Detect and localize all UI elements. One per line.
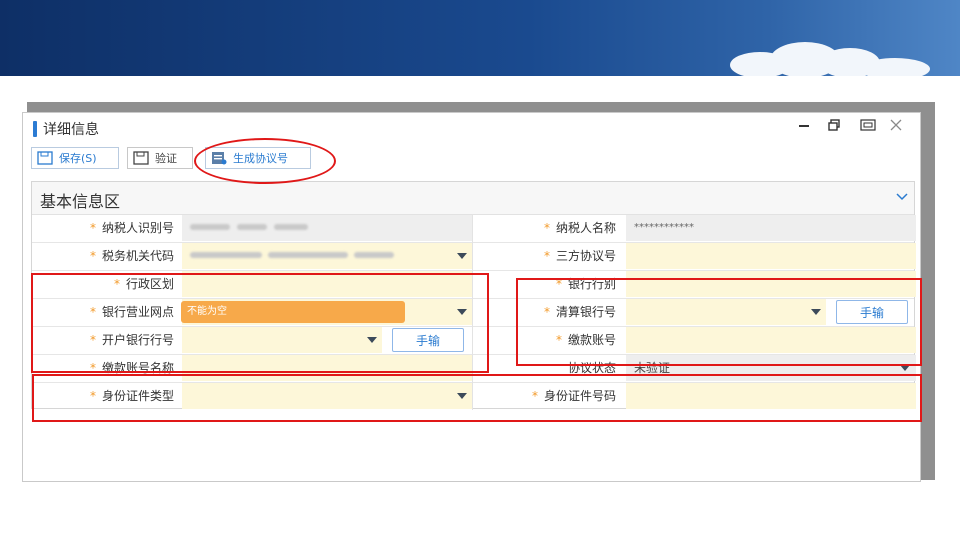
verify-button[interactable]: 验证: [127, 147, 193, 169]
field-label: * 三方协议号: [474, 242, 616, 270]
blurred-value: [237, 224, 268, 230]
close-icon[interactable]: [885, 117, 907, 139]
divider: [472, 242, 473, 270]
annotation-box: [32, 374, 922, 422]
tax-authority-code-label: 税务机关代码: [101, 249, 174, 263]
maximize-icon[interactable]: [857, 117, 879, 139]
form-row: * 税务机关代码 * 三方协议号: [32, 242, 916, 271]
annotation-box: [516, 278, 922, 366]
field-label: * 纳税人名称: [474, 214, 616, 242]
panel-header[interactable]: 基本信息区: [32, 182, 914, 215]
title-accent-bar: [33, 121, 37, 137]
save-button-label: 保存(S): [59, 152, 97, 165]
minimize-icon[interactable]: [793, 117, 815, 139]
header-banner: [0, 0, 960, 76]
blurred-value: [268, 252, 349, 258]
blurred-value: [354, 252, 395, 258]
required-star: *: [89, 249, 96, 263]
annotation-box: [31, 273, 489, 373]
save-icon: [37, 151, 53, 165]
taxpayer-name-label: 纳税人名称: [555, 221, 616, 235]
required-star: *: [543, 249, 550, 263]
required-star: *: [543, 221, 550, 235]
panel-title: 基本信息区: [40, 192, 121, 211]
chevron-down-icon[interactable]: [457, 253, 467, 259]
save-icon: [133, 151, 149, 165]
chevron-down-icon[interactable]: [896, 190, 908, 204]
required-star: *: [89, 221, 96, 235]
tripartite-no-label: 三方协议号: [555, 249, 616, 263]
blurred-value: [190, 252, 262, 258]
window-titlebar: 详细信息: [23, 113, 920, 143]
annotation-oval: [194, 138, 336, 184]
taxpayer-name-input[interactable]: ************: [626, 215, 916, 241]
save-button[interactable]: 保存(S): [31, 147, 119, 169]
verify-button-label: 验证: [155, 152, 177, 165]
taxpayer-id-input[interactable]: [182, 215, 472, 241]
field-label: * 税务机关代码: [32, 242, 174, 270]
window-title: 详细信息: [43, 122, 99, 138]
blurred-value: [274, 224, 309, 230]
restore-icon[interactable]: [823, 117, 845, 139]
blurred-value: [190, 224, 230, 230]
cloud-decoration: [860, 58, 930, 76]
tax-authority-code-select[interactable]: [182, 243, 472, 269]
divider: [472, 214, 473, 242]
field-label: * 纳税人识别号: [32, 214, 174, 242]
taxpayer-id-label: 纳税人识别号: [101, 221, 174, 235]
toolbar: 保存(S) 验证 生成协议号: [23, 147, 920, 173]
form-row: * 纳税人识别号 * 纳税人名称 ************: [32, 214, 916, 243]
tripartite-no-input[interactable]: [626, 243, 916, 269]
